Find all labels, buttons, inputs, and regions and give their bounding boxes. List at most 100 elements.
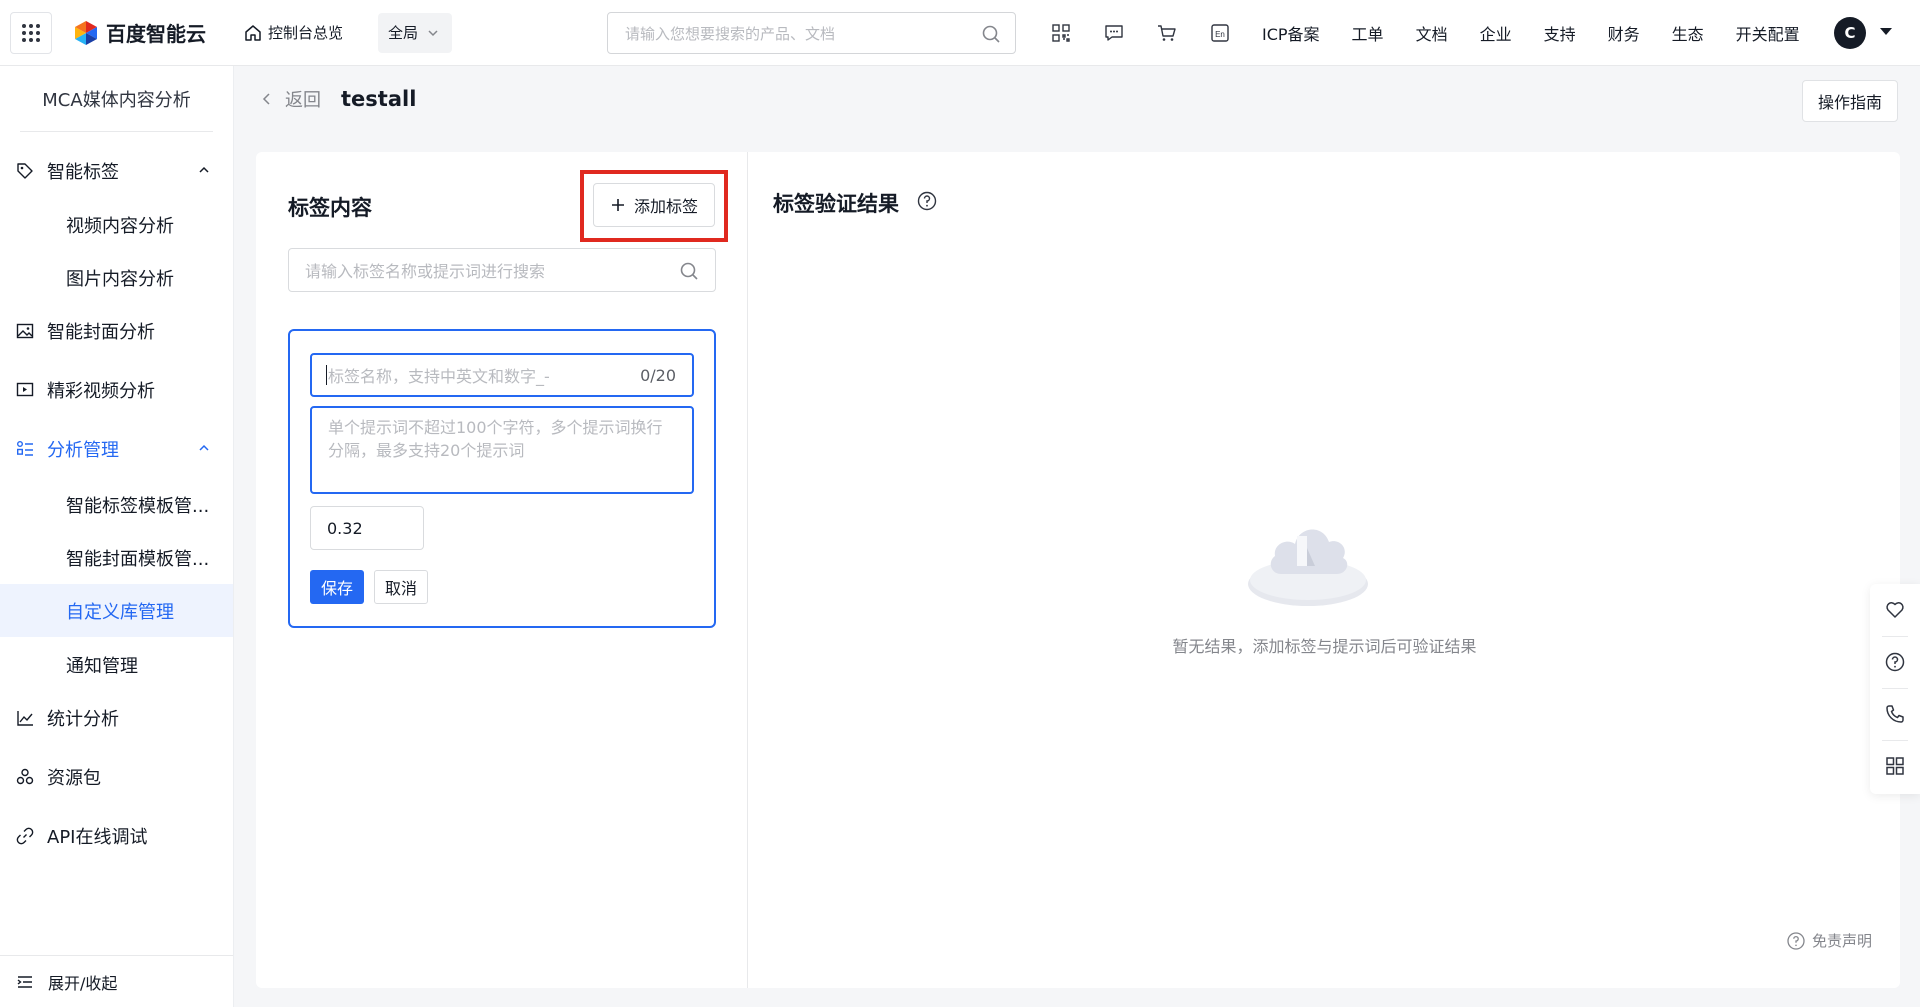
video-icon xyxy=(15,380,35,400)
add-tag-label: 添加标签 xyxy=(633,197,698,216)
tag-search-input[interactable]: 请输入标签名称或提示词进行搜索 xyxy=(288,248,716,292)
question-icon xyxy=(1885,652,1905,672)
console-home-label: 控制台总览 xyxy=(268,24,344,42)
sidebar-item-highlight-video[interactable]: 精彩视频分析 xyxy=(0,363,233,416)
sidebar-item-statistics[interactable]: 统计分析 xyxy=(0,691,233,744)
main-card: 标签内容 添加标签 请输入标签名称或提示词进行搜索 标签名称，支持中英文和数字_… xyxy=(256,152,1900,988)
sidebar-item-smart-tag[interactable]: 智能标签 xyxy=(0,144,233,197)
sidebar-title: MCA媒体内容分析 xyxy=(20,66,213,132)
avatar-caret-icon[interactable] xyxy=(1880,28,1892,35)
sidebar-item-cover-analysis[interactable]: 智能封面分析 xyxy=(0,304,233,357)
chevron-left-icon xyxy=(262,93,270,105)
sidebar-item-label: 通知管理 xyxy=(66,655,138,677)
sidebar-item-notification[interactable]: 通知管理 xyxy=(0,638,233,691)
disclaimer-link[interactable]: 免责声明 xyxy=(1786,930,1872,951)
package-icon xyxy=(15,767,35,787)
global-search-input[interactable]: 请输入您想要搜索的产品、文档 xyxy=(607,12,1016,54)
cart-icon xyxy=(1158,25,1176,41)
sidebar-item-image-analysis[interactable]: 图片内容分析 xyxy=(0,251,233,304)
cancel-button[interactable]: 取消 xyxy=(374,570,428,604)
sidebar-item-cover-template[interactable]: 智能封面模板管... xyxy=(0,531,233,584)
message-button[interactable] xyxy=(1103,22,1125,44)
tag-name-input[interactable]: 标签名称，支持中英文和数字_- 0/20 xyxy=(310,353,694,397)
sidebar-item-tag-template[interactable]: 智能标签模板管... xyxy=(0,478,233,531)
top-nav: ICP备案 工单 文档 企业 支持 财务 生态 开关配置 xyxy=(1262,0,1832,66)
nav-ticket[interactable]: 工单 xyxy=(1352,21,1384,45)
floating-toolbar xyxy=(1870,584,1920,794)
nav-docs[interactable]: 文档 xyxy=(1416,21,1448,45)
sidebar-item-custom-library[interactable]: 自定义库管理 xyxy=(0,584,233,637)
top-icon-group: En xyxy=(1050,22,1262,44)
nav-icp[interactable]: ICP备案 xyxy=(1262,21,1320,45)
search-icon[interactable] xyxy=(679,261,699,281)
favorite-button[interactable] xyxy=(1870,584,1920,636)
chevron-up-icon xyxy=(199,166,209,173)
app-grid-button[interactable] xyxy=(10,11,52,54)
disclaimer-label: 免责声明 xyxy=(1811,932,1872,950)
help-circle-icon xyxy=(1787,931,1805,950)
sidebar-item-label: 智能封面分析 xyxy=(47,321,155,343)
sidebar-item-api-debug[interactable]: API在线调试 xyxy=(0,809,233,862)
message-icon xyxy=(1105,25,1123,41)
back-button[interactable]: 返回 xyxy=(259,86,321,112)
sidebar-collapse-toggle[interactable]: 展开/收起 xyxy=(0,955,233,1007)
sidebar-collapse-label: 展开/收起 xyxy=(48,973,118,993)
sidebar-item-label: 分析管理 xyxy=(47,439,119,461)
guide-button[interactable]: 操作指南 xyxy=(1802,80,1898,122)
nav-ecosystem[interactable]: 生态 xyxy=(1672,21,1704,45)
cloud-logo-icon xyxy=(75,20,97,45)
help-icon[interactable] xyxy=(916,190,938,212)
chevron-down-icon xyxy=(428,29,438,36)
sidebar-item-analysis-manage[interactable]: 分析管理 xyxy=(0,422,233,475)
grid-icon xyxy=(22,23,40,42)
qrcode-button[interactable] xyxy=(1050,22,1072,44)
sidebar-item-label: 图片内容分析 xyxy=(66,268,174,290)
brand-logo[interactable]: 百度智能云 xyxy=(72,18,206,47)
language-button[interactable]: En xyxy=(1209,22,1231,44)
tag-content-panel: 标签内容 添加标签 请输入标签名称或提示词进行搜索 标签名称，支持中英文和数字_… xyxy=(256,152,748,988)
empty-state-text: 暂无结果，添加标签与提示词后可验证结果 xyxy=(1172,637,1477,656)
save-button[interactable]: 保存 xyxy=(310,570,364,604)
console-home-link[interactable]: 控制台总览 xyxy=(244,22,343,43)
sidebar-item-video-analysis[interactable]: 视频内容分析 xyxy=(0,198,233,251)
text-caret xyxy=(326,365,327,385)
avatar[interactable]: C xyxy=(1834,17,1866,49)
tag-name-counter: 0/20 xyxy=(640,366,676,385)
cart-button[interactable] xyxy=(1156,22,1178,44)
contact-button[interactable] xyxy=(1870,688,1920,740)
add-tag-button[interactable]: 添加标签 xyxy=(593,183,715,227)
nav-switch-config[interactable]: 开关配置 xyxy=(1736,21,1800,45)
sidebar-item-label: 智能标签 xyxy=(47,161,119,183)
sidebar-item-label: 自定义库管理 xyxy=(66,601,174,623)
sidebar-item-label: 统计分析 xyxy=(47,708,119,730)
sidebar-item-resource-package[interactable]: 资源包 xyxy=(0,750,233,803)
sidebar-item-label: 智能标签模板管... xyxy=(66,495,210,517)
image-icon xyxy=(15,321,35,341)
chart-icon xyxy=(15,708,35,728)
threshold-input[interactable]: 0.32 xyxy=(310,506,424,550)
nav-enterprise[interactable]: 企业 xyxy=(1480,21,1512,45)
sidebar-item-label: 精彩视频分析 xyxy=(47,380,155,402)
brand-name: 百度智能云 xyxy=(106,22,206,46)
link-icon xyxy=(15,826,35,846)
back-label: 返回 xyxy=(285,90,321,111)
sidebar-item-label: 智能封面模板管... xyxy=(66,548,210,570)
validation-result-title: 标签验证结果 xyxy=(773,192,899,216)
page-header: 返回 testall 操作指南 xyxy=(235,66,1920,132)
tag-name-placeholder: 标签名称，支持中英文和数字_- xyxy=(328,367,550,386)
sidebar: MCA媒体内容分析 智能标签 视频内容分析 图片内容分析 智能封面分析 精彩视频… xyxy=(0,66,234,1007)
help-button[interactable] xyxy=(1870,636,1920,688)
empty-state-icon xyxy=(1248,529,1368,606)
search-icon[interactable] xyxy=(981,24,1001,44)
nav-finance[interactable]: 财务 xyxy=(1608,21,1640,45)
nav-support[interactable]: 支持 xyxy=(1544,21,1576,45)
phone-icon xyxy=(1886,705,1904,723)
tag-content-title: 标签内容 xyxy=(288,196,372,220)
page-title: testall xyxy=(341,87,417,111)
apps-button[interactable] xyxy=(1870,740,1920,792)
tag-edit-form: 标签名称，支持中英文和数字_- 0/20 单个提示词不超过100个字符，多个提示… xyxy=(288,329,716,628)
region-selector[interactable]: 全局 xyxy=(378,12,453,53)
qrcode-icon xyxy=(1052,24,1070,42)
plus-icon xyxy=(611,199,624,211)
prompt-textarea[interactable]: 单个提示词不超过100个字符，多个提示词换行分隔，最多支持20个提示词 xyxy=(310,406,694,494)
